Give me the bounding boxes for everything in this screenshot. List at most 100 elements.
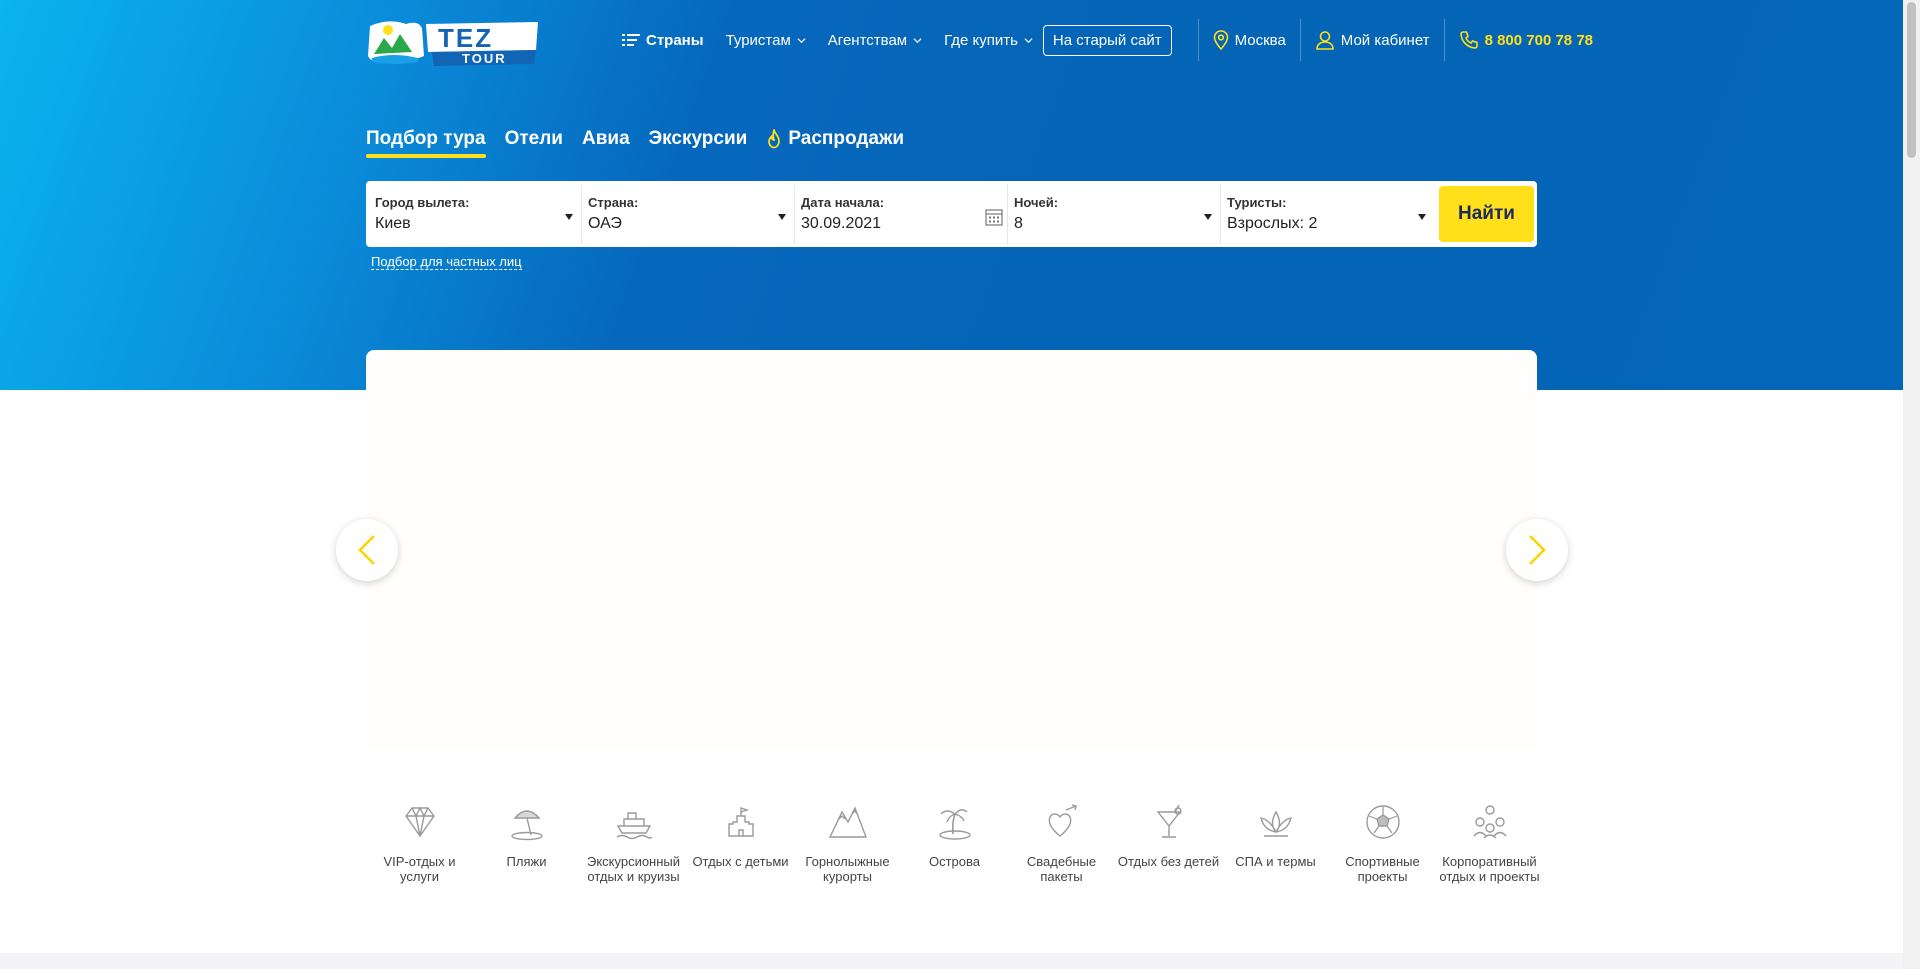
departure-city-label: Город вылета: <box>375 195 470 210</box>
country-select[interactable]: Страна: ОАЭ <box>582 184 795 244</box>
nav-where-to-buy[interactable]: Где купить <box>944 32 1033 49</box>
category-label: Отдых с детьми <box>692 854 789 869</box>
tourists-label: Туристы: <box>1227 195 1287 210</box>
chevron-left-icon <box>358 535 375 565</box>
tab-label: Отели <box>504 128 563 149</box>
category-label: Отдых без детей <box>1117 854 1220 869</box>
nav-agencies-label: Агентствам <box>827 31 908 49</box>
category-label: Острова <box>928 854 981 869</box>
nights-value: 8 <box>1014 215 1023 232</box>
user-icon <box>1315 31 1334 50</box>
chevron-right-icon <box>1529 535 1546 565</box>
phone-icon <box>1459 31 1478 49</box>
search-button[interactable]: Найти <box>1439 186 1534 242</box>
flame-icon <box>768 129 781 149</box>
divider <box>1443 19 1445 61</box>
category-vip[interactable]: VIP-отдых и услуги <box>366 802 473 884</box>
start-date-field[interactable]: Дата начала: 30.09.2021 <box>795 184 1008 244</box>
carousel-prev-button[interactable] <box>336 519 398 581</box>
dropdown-arrow-icon <box>1418 214 1426 220</box>
tourists-value: Взрослых: 2 <box>1227 215 1318 232</box>
category-label: Корпоративный отдых и проекты <box>1439 854 1540 884</box>
tab-label: Подбор тура <box>366 128 486 149</box>
my-account-label: Мой кабинет <box>1340 31 1430 49</box>
tab-label: Экскурсии <box>648 128 748 149</box>
dropdown-arrow-icon <box>1204 214 1212 220</box>
chevron-down-icon <box>797 37 806 43</box>
category-label: Пляжи <box>506 854 547 869</box>
top-navigation: Страны Туристам Агентствам Где купить На… <box>622 19 1593 61</box>
nights-select[interactable]: Ночей: 8 <box>1008 184 1221 244</box>
private-persons-search-link[interactable]: Подбор для частных лиц <box>371 254 522 270</box>
tab-label: Распродажи <box>788 128 905 149</box>
svg-text:TEZ: TEZ <box>438 23 493 53</box>
tab-tour-search[interactable]: Подбор тура <box>366 128 486 158</box>
dropdown-arrow-icon <box>778 214 786 220</box>
nav-tourists[interactable]: Туристам <box>726 32 806 49</box>
tab-flights[interactable]: Авиа <box>582 128 630 158</box>
promo-banner[interactable] <box>366 350 1537 750</box>
nav-countries-label: Страны <box>646 31 704 49</box>
category-label: Экскурсионный отдых и круизы <box>586 854 681 884</box>
travel-categories: VIP-отдых и услуги Пляжи Экскурсионный о… <box>366 802 1543 884</box>
dropdown-arrow-icon <box>565 214 573 220</box>
chevron-down-icon <box>1024 37 1033 43</box>
category-excursions-cruises[interactable]: Экскурсионный отдых и круизы <box>580 802 687 884</box>
tab-label: Авиа <box>581 128 630 149</box>
departure-city-value: Киев <box>375 215 411 232</box>
search-tabs: Подбор тура Отели Авиа Экскурсии Распрод… <box>366 128 904 158</box>
diamond-icon <box>404 806 435 838</box>
city-label: Москва <box>1234 31 1286 49</box>
chevron-down-icon <box>913 37 922 43</box>
tab-sales[interactable]: Распродажи <box>766 128 904 158</box>
country-value: ОАЭ <box>588 215 622 232</box>
tez-tour-logo[interactable]: TEZ TOUR <box>366 16 544 68</box>
category-ski-resorts[interactable]: Горнолыжные курорты <box>794 802 901 884</box>
cruise-ship-icon <box>616 812 652 840</box>
category-corporate[interactable]: Корпоративный отдых и проекты <box>1436 802 1543 884</box>
island-palm-icon <box>938 809 971 840</box>
cocktail-icon <box>1156 804 1182 838</box>
soccer-ball-icon <box>1365 805 1400 839</box>
page-scrollbar[interactable] <box>1903 0 1920 969</box>
tab-excursions[interactable]: Экскурсии <box>649 128 748 158</box>
beach-umbrella-icon <box>510 810 543 841</box>
category-with-kids[interactable]: Отдых с детьми <box>687 802 794 884</box>
lotus-icon <box>1259 810 1292 837</box>
category-label: СПА и термы <box>1235 854 1316 869</box>
category-weddings[interactable]: Свадебные пакеты <box>1008 802 1115 884</box>
divider <box>1197 19 1199 61</box>
category-islands[interactable]: Острова <box>901 802 1008 884</box>
category-label: Спортивные проекты <box>1345 854 1420 884</box>
tourists-select[interactable]: Туристы: Взрослых: 2 <box>1221 184 1434 244</box>
calendar-icon[interactable] <box>985 208 1003 226</box>
divider <box>1299 19 1301 61</box>
category-sports[interactable]: Спортивные проекты <box>1329 802 1436 884</box>
scrollbar-thumb[interactable] <box>1907 2 1916 158</box>
category-spa[interactable]: СПА и термы <box>1222 802 1329 884</box>
tour-search-form: Город вылета: Киев Страна: ОАЭ Дата нача… <box>366 181 1537 247</box>
tab-hotels[interactable]: Отели <box>505 128 563 158</box>
nav-tourists-label: Туристам <box>725 31 791 49</box>
phone-link[interactable]: 8 800 700 78 78 <box>1459 30 1593 50</box>
city-selector[interactable]: Москва <box>1213 30 1286 50</box>
category-label: VIP-отдых и услуги <box>383 854 456 884</box>
old-site-button[interactable]: На старый сайт <box>1042 24 1172 56</box>
nav-countries[interactable]: Страны <box>622 32 704 49</box>
category-beaches[interactable]: Пляжи <box>473 802 580 884</box>
nights-label: Ночей: <box>1014 195 1059 210</box>
nav-agencies[interactable]: Агентствам <box>828 32 922 49</box>
my-account-link[interactable]: Мой кабинет <box>1315 30 1430 50</box>
carousel-next-button[interactable] <box>1506 519 1568 581</box>
start-date-label: Дата начала: <box>801 195 885 210</box>
location-pin-icon <box>1213 30 1228 50</box>
team-icon <box>1472 805 1507 839</box>
category-adults-only[interactable]: Отдых без детей <box>1115 802 1222 884</box>
list-icon <box>622 34 640 46</box>
departure-city-select[interactable]: Город вылета: Киев <box>369 184 582 244</box>
page-bottom-strip <box>0 953 1903 969</box>
mountains-icon <box>828 806 867 838</box>
svg-text:TOUR: TOUR <box>462 51 507 66</box>
country-label: Страна: <box>588 195 639 210</box>
wedding-heart-icon <box>1048 804 1077 837</box>
